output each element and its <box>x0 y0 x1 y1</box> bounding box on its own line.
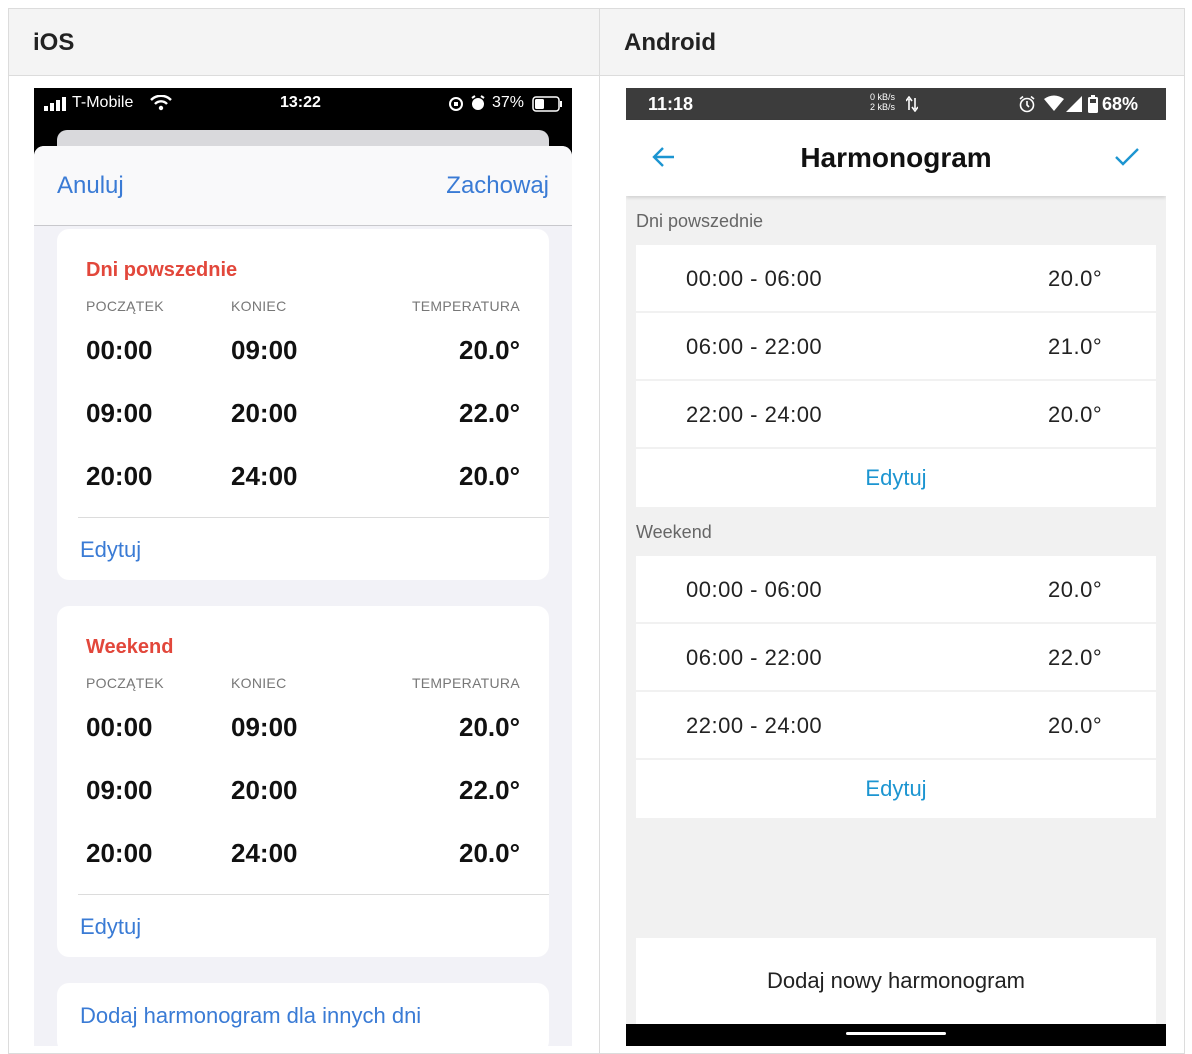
schedule-row[interactable]: 22:00 - 24:00 20.0° <box>636 381 1156 447</box>
temperature: 20.0° <box>1048 713 1103 738</box>
temperature: 22.0° <box>458 775 520 805</box>
time-range: 22:00 - 24:00 <box>686 713 823 738</box>
temperature-column-header: TEMPERATURA <box>411 675 520 691</box>
wifi-icon <box>150 94 172 116</box>
data-transfer-icon <box>905 95 919 117</box>
weekdays-title: Dni powszednie <box>86 259 238 281</box>
schedule-row[interactable]: 06:00 - 22:00 22.0° <box>636 624 1156 690</box>
page-title: Harmonogram <box>800 142 992 173</box>
start-time: 20:00 <box>86 838 153 868</box>
start-column-header: POCZĄTEK <box>86 675 164 691</box>
time-range: 22:00 - 24:00 <box>686 402 823 427</box>
edit-weekdays-row: Edytuj <box>636 449 1156 507</box>
save-button[interactable]: Zachowaj <box>446 172 549 200</box>
weekend-title: Weekend <box>86 636 174 658</box>
android-app-bar: Harmonogram <box>626 120 1166 196</box>
edit-weekend-button[interactable]: Edytuj <box>636 776 1156 802</box>
temperature: 20.0° <box>1048 402 1103 427</box>
weekend-card: Weekend POCZĄTEK KONIEC TEMPERATURA 00:0… <box>57 606 549 957</box>
schedule-row[interactable]: 06:00 - 22:00 21.0° <box>636 313 1156 379</box>
end-time: 09:00 <box>231 712 298 742</box>
ios-nav-bar: Anuluj Zachowaj <box>34 146 572 226</box>
start-time: 20:00 <box>86 461 153 491</box>
time-range: 00:00 - 06:00 <box>686 266 823 291</box>
add-other-days-card: Dodaj harmonogram dla innych dni <box>57 983 549 1046</box>
edit-weekend-row: Edytuj <box>636 760 1156 818</box>
start-time: 09:00 <box>86 398 153 428</box>
schedule-row[interactable]: 00:00 - 06:00 20.0° <box>636 245 1156 311</box>
ios-header: iOS <box>8 8 600 76</box>
time-range: 06:00 - 22:00 <box>686 334 823 359</box>
schedule-row[interactable]: 00:00 - 06:00 20.0° <box>636 556 1156 622</box>
android-header: Android <box>599 8 1185 76</box>
android-time: 11:18 <box>648 94 694 114</box>
upload-speed: 0 kB/s <box>870 92 896 102</box>
wifi-icon <box>1044 95 1064 116</box>
ios-screen: T-Mobile 13:22 37% Anuluj Zachowaj Dni p… <box>34 88 572 1046</box>
ios-status-bar: T-Mobile 13:22 37% <box>34 88 572 122</box>
temperature: 22.0° <box>458 398 520 428</box>
battery-icon <box>532 96 564 117</box>
start-column-header: POCZĄTEK <box>86 298 164 314</box>
temperature: 21.0° <box>1048 334 1103 359</box>
temperature: 20.0° <box>458 335 520 365</box>
alarm-icon <box>470 95 486 116</box>
rotation-lock-icon <box>448 96 464 117</box>
android-battery-label: 68% <box>1102 94 1139 114</box>
android-screen: 11:18 0 kB/s 2 kB/s 68% Harmonogram Dni … <box>626 88 1166 1046</box>
start-time: 00:00 <box>86 335 153 365</box>
android-navigation-bar <box>626 1024 1166 1046</box>
checkmark-icon[interactable] <box>1114 147 1140 172</box>
alarm-icon <box>1018 95 1036 118</box>
temperature: 20.0° <box>1048 266 1103 291</box>
add-new-schedule-button[interactable]: Dodaj nowy harmonogram <box>636 938 1156 1024</box>
download-speed: 2 kB/s <box>870 102 896 112</box>
ios-battery-label: 37% <box>492 94 525 111</box>
edit-weekend-button[interactable]: Edytuj <box>80 914 141 940</box>
ios-time: 13:22 <box>280 94 321 111</box>
end-time: 24:00 <box>231 461 298 491</box>
weekend-section-title: Weekend <box>636 522 712 542</box>
temperature: 20.0° <box>458 461 520 491</box>
temperature: 22.0° <box>1048 645 1103 670</box>
end-time: 24:00 <box>231 838 298 868</box>
divider <box>78 517 549 518</box>
home-indicator[interactable] <box>846 1032 946 1035</box>
android-status-bar: 11:18 0 kB/s 2 kB/s 68% <box>626 88 1166 120</box>
ios-sheet: Anuluj Zachowaj Dni powszednie POCZĄTEK … <box>34 146 572 1046</box>
weekdays-card: Dni powszednie POCZĄTEK KONIEC TEMPERATU… <box>57 229 549 580</box>
temperature: 20.0° <box>1048 577 1103 602</box>
end-column-header: KONIEC <box>231 298 287 314</box>
carrier-label: T-Mobile <box>72 94 134 111</box>
schedule-row[interactable]: 22:00 - 24:00 20.0° <box>636 692 1156 758</box>
time-range: 06:00 - 22:00 <box>686 645 823 670</box>
battery-icon <box>1088 95 1098 118</box>
temperature-column-header: TEMPERATURA <box>411 298 520 314</box>
add-other-days-button[interactable]: Dodaj harmonogram dla innych dni <box>80 1003 421 1029</box>
edit-weekdays-button[interactable]: Edytuj <box>636 465 1156 491</box>
weekdays-section-title: Dni powszednie <box>636 211 764 231</box>
signal-icon <box>44 97 68 116</box>
temperature: 20.0° <box>458 838 520 868</box>
end-column-header: KONIEC <box>231 675 287 691</box>
end-time: 09:00 <box>231 335 298 365</box>
time-range: 00:00 - 06:00 <box>686 577 823 602</box>
start-time: 00:00 <box>86 712 153 742</box>
signal-icon <box>1066 96 1082 117</box>
divider <box>78 894 549 895</box>
end-time: 20:00 <box>231 398 298 428</box>
temperature: 20.0° <box>458 712 520 742</box>
end-time: 20:00 <box>231 775 298 805</box>
edit-weekdays-button[interactable]: Edytuj <box>80 537 141 563</box>
network-speed: 0 kB/s 2 kB/s <box>870 92 895 112</box>
cancel-button[interactable]: Anuluj <box>57 172 124 200</box>
start-time: 09:00 <box>86 775 153 805</box>
